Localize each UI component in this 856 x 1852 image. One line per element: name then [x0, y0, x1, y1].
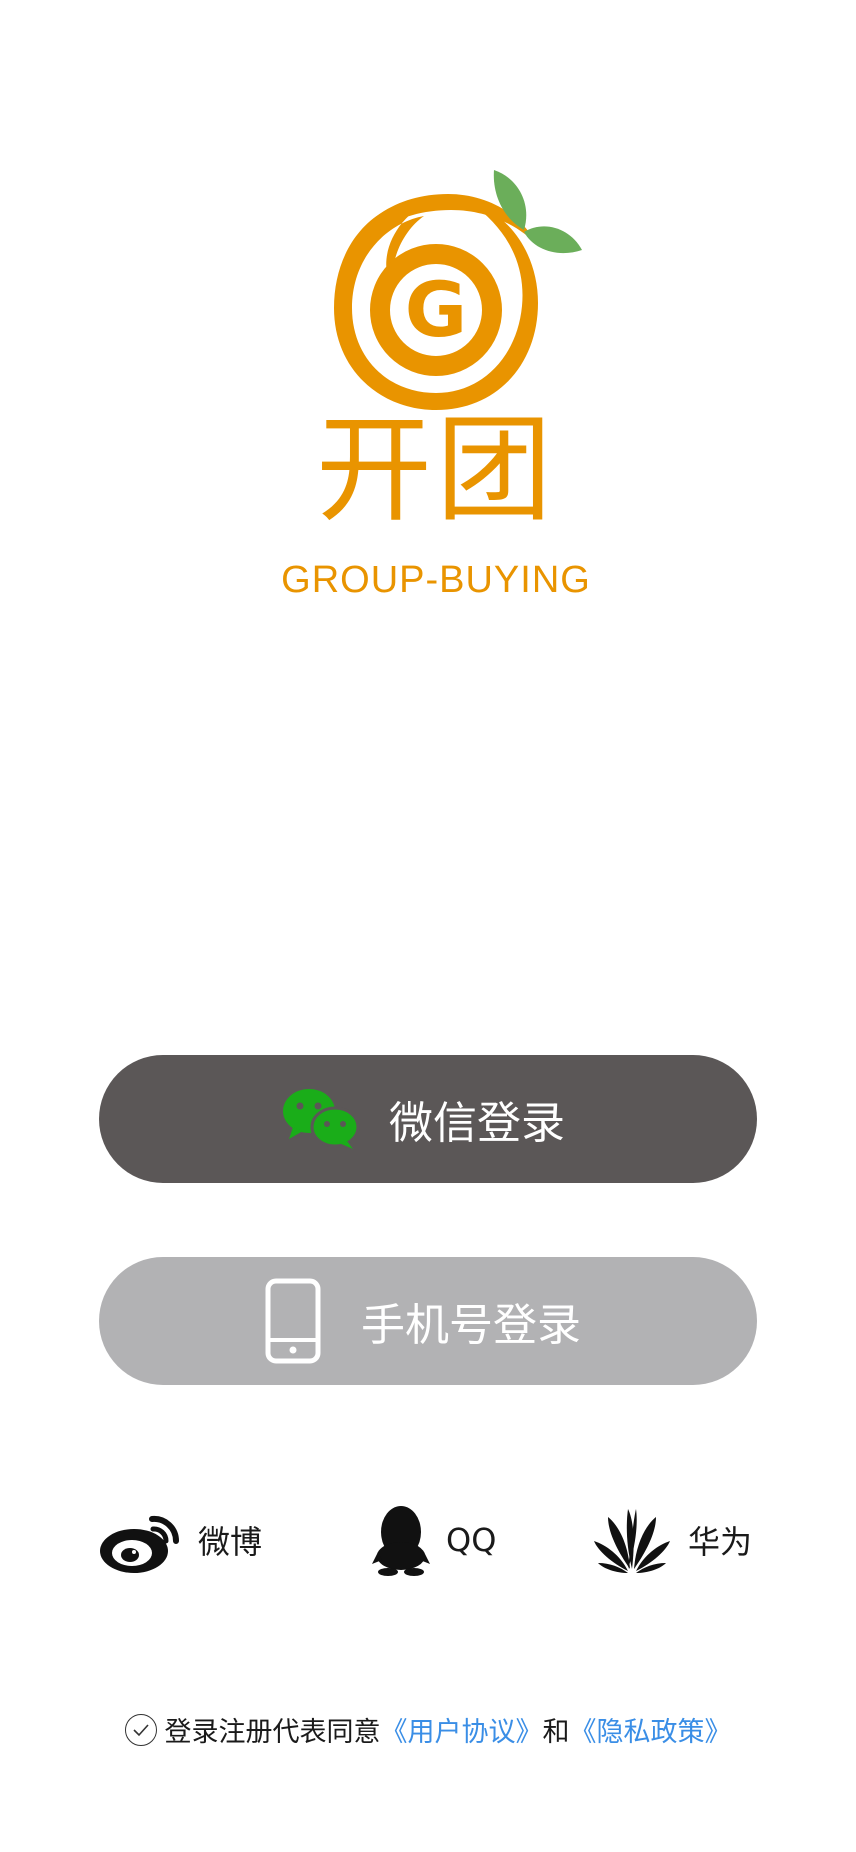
- brand-name-cn: 开团: [316, 403, 556, 538]
- agreement-row: 登录注册代表同意 《用户协议》 和 《隐私政策》: [0, 1710, 856, 1749]
- agreement-conjunction: 和: [542, 1717, 570, 1748]
- app-logo: G 开团 GROUP-BUYING: [276, 158, 596, 601]
- user-agreement-link[interactable]: 《用户协议》: [381, 1710, 543, 1749]
- huawei-login[interactable]: 华为: [592, 1500, 752, 1580]
- mobile-phone-icon: [265, 1278, 321, 1364]
- wechat-icon: [281, 1087, 361, 1151]
- huawei-icon: [592, 1505, 672, 1575]
- weibo-icon: [98, 1505, 182, 1575]
- agreement-checkbox[interactable]: [124, 1713, 157, 1746]
- privacy-policy-link[interactable]: 《隐私政策》: [570, 1710, 732, 1749]
- wechat-login-button[interactable]: 微信登录: [99, 1055, 757, 1183]
- huawei-label: 华为: [688, 1523, 753, 1561]
- check-icon: [132, 1723, 149, 1736]
- brand-name-en: GROUP-BUYING: [281, 559, 591, 601]
- weibo-login[interactable]: 微博: [98, 1500, 262, 1580]
- orange-logo-icon: G: [334, 170, 582, 410]
- agreement-prefix: 登录注册代表同意: [164, 1717, 381, 1748]
- qq-label: QQ: [446, 1521, 497, 1559]
- phone-login-button[interactable]: 手机号登录: [99, 1257, 757, 1385]
- phone-login-label: 手机号登录: [361, 1300, 581, 1351]
- wechat-login-label: 微信登录: [389, 1098, 565, 1149]
- logo-letter: G: [405, 265, 467, 354]
- weibo-label: 微博: [198, 1523, 263, 1561]
- qq-login[interactable]: QQ: [372, 1500, 496, 1580]
- qq-icon: [372, 1504, 430, 1576]
